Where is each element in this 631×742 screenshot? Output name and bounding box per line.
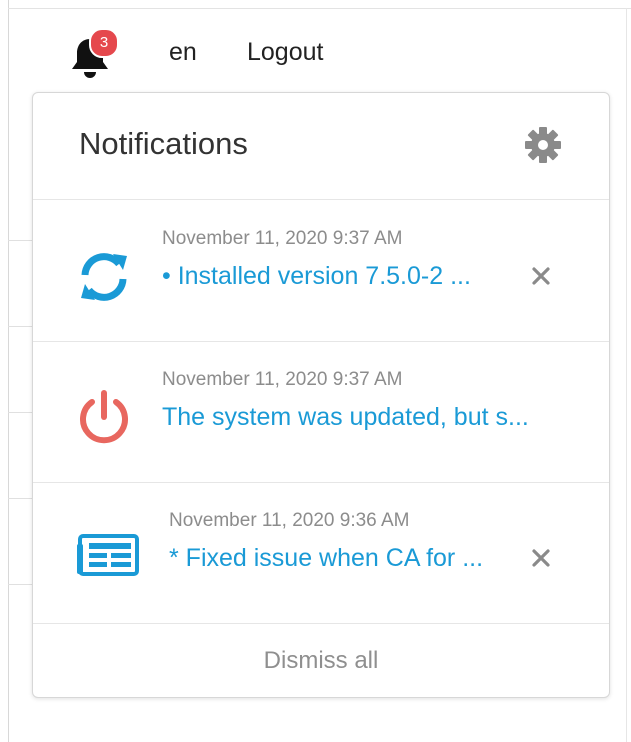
table-row-divider xyxy=(8,326,34,327)
close-icon xyxy=(532,267,550,285)
power-icon xyxy=(75,389,133,447)
close-button[interactable] xyxy=(527,544,555,572)
settings-button[interactable] xyxy=(523,125,563,165)
page-left-border xyxy=(8,0,9,742)
notification-timestamp: November 11, 2020 9:37 AM xyxy=(162,369,403,390)
table-row-divider xyxy=(8,498,34,499)
table-row-divider xyxy=(8,584,34,585)
news-icon xyxy=(77,534,139,592)
popover-header: Notifications xyxy=(33,93,609,200)
page-top-border xyxy=(8,8,631,9)
popover-footer: Dismiss all xyxy=(33,623,609,699)
notifications-button[interactable]: 3 xyxy=(70,28,119,80)
notification-timestamp: November 11, 2020 9:36 AM xyxy=(169,510,410,531)
notification-timestamp: November 11, 2020 9:37 AM xyxy=(162,228,403,249)
page-right-border xyxy=(626,8,627,742)
table-row-divider xyxy=(8,240,34,241)
refresh-icon xyxy=(75,248,133,306)
notification-item[interactable]: November 11, 2020 9:36 AM * Fixed issue … xyxy=(33,482,609,624)
page: 3 en Logout Notifications November 11, 2… xyxy=(0,0,631,742)
language-selector[interactable]: en xyxy=(169,38,197,67)
table-row-divider xyxy=(8,412,34,413)
dismiss-all-button[interactable]: Dismiss all xyxy=(264,647,379,675)
notification-count-badge: 3 xyxy=(89,28,119,58)
notifications-popover: Notifications November 11, 2020 9:37 AM … xyxy=(32,92,610,698)
notification-item[interactable]: November 11, 2020 9:37 AM • Installed ve… xyxy=(33,200,609,342)
notification-message-link[interactable]: • Installed version 7.5.0-2 ... xyxy=(162,262,512,291)
notification-item[interactable]: November 11, 2020 9:37 AM The system was… xyxy=(33,341,609,483)
popover-title: Notifications xyxy=(79,126,248,161)
close-icon xyxy=(532,549,550,567)
gear-icon xyxy=(525,127,561,163)
close-button[interactable] xyxy=(527,262,555,290)
logout-link[interactable]: Logout xyxy=(247,38,323,67)
notification-message-link[interactable]: The system was updated, but s... xyxy=(162,403,552,432)
notification-message-link[interactable]: * Fixed issue when CA for ... xyxy=(169,544,509,573)
top-bar: 3 en Logout xyxy=(0,14,631,86)
